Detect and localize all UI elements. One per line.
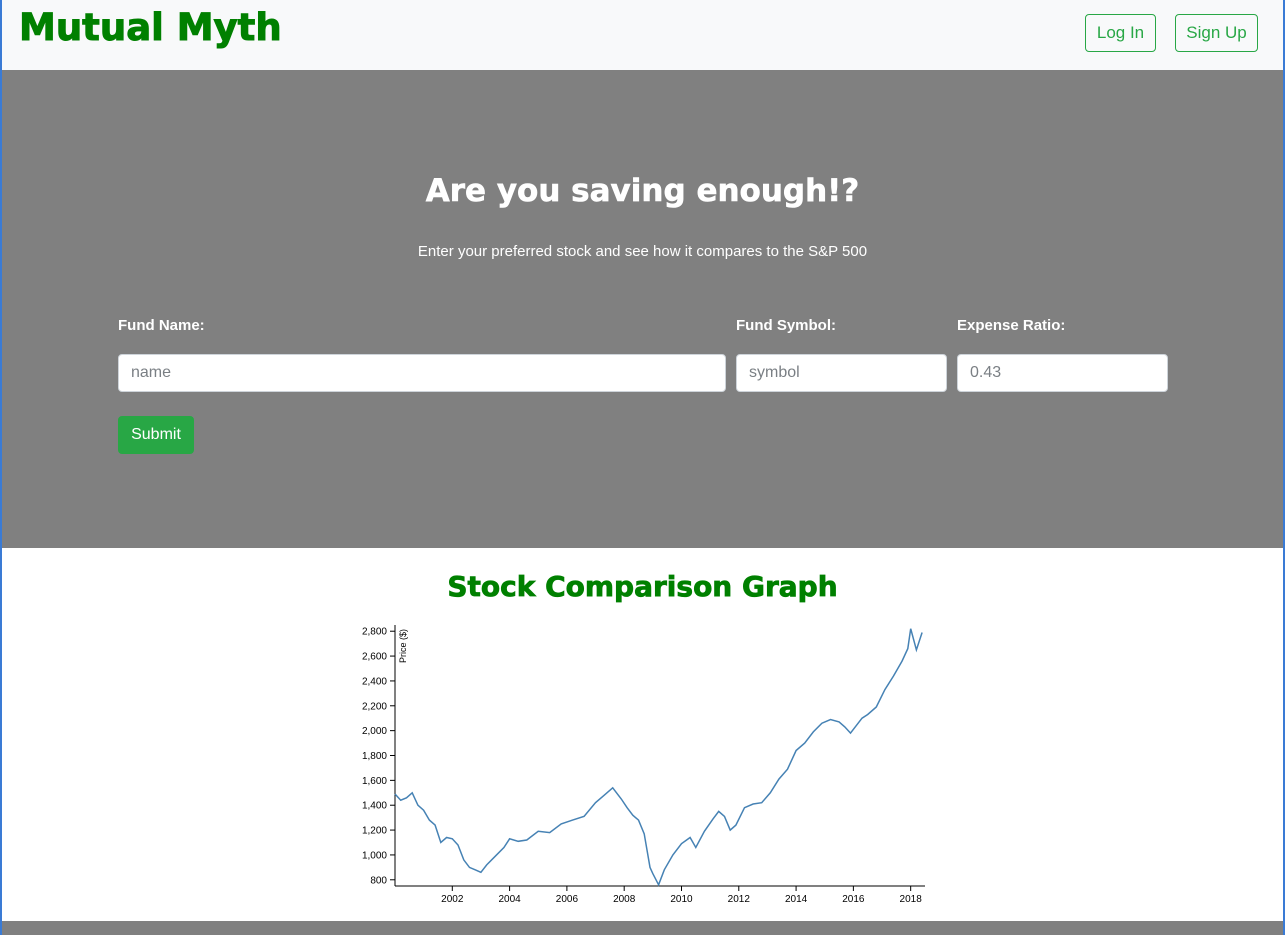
footer-bar	[2, 921, 1283, 935]
expense-ratio-label: Expense Ratio:	[957, 317, 1066, 334]
fund-name-input[interactable]	[118, 354, 726, 392]
x-tick-label: 2008	[613, 894, 636, 905]
stock-comparison-chart: 800 1,000 1,200 1,400 1,600 1,800 2,000 2,200 2,…	[362, 625, 925, 905]
y-tick-label: 2,400	[362, 676, 387, 687]
y-axis-label: Price ($)	[398, 629, 408, 663]
fund-symbol-label: Fund Symbol:	[736, 317, 836, 334]
y-tick-label: 2,000	[362, 726, 387, 737]
x-tick-label: 2014	[785, 894, 808, 905]
x-tick-label: 2002	[441, 894, 464, 905]
hero-section: Are you saving enough!? Enter your prefe…	[2, 70, 1283, 548]
y-tick-label: 1,400	[362, 801, 387, 812]
y-tick-label: 1,600	[362, 776, 387, 787]
signup-button[interactable]: Sign Up	[1175, 14, 1258, 52]
y-tick-label: 2,800	[362, 627, 387, 638]
y-tick-label: 800	[370, 875, 387, 886]
y-tick-label: 2,600	[362, 652, 387, 663]
submit-button[interactable]: Submit	[118, 416, 194, 454]
brand-logo[interactable]: Mutual Myth	[19, 6, 283, 50]
hero-title: Are you saving enough!?	[425, 173, 860, 210]
expense-ratio-input[interactable]	[957, 354, 1168, 392]
graph-title: Stock Comparison Graph	[447, 570, 838, 604]
x-tick-label: 2010	[670, 894, 693, 905]
fund-name-label: Fund Name:	[118, 317, 205, 334]
login-button[interactable]: Log In	[1085, 14, 1156, 52]
x-tick-label: 2018	[900, 894, 923, 905]
x-tick-label: 2004	[498, 894, 521, 905]
x-tick-label: 2006	[556, 894, 579, 905]
y-tick-label: 1,800	[362, 751, 387, 762]
series-line	[394, 628, 923, 887]
y-tick-label: 1,200	[362, 826, 387, 837]
x-tick-label: 2016	[842, 894, 865, 905]
navbar: Mutual Myth Log In Sign Up	[2, 0, 1283, 70]
hero-subtitle: Enter your preferred stock and see how i…	[417, 243, 868, 260]
y-tick-label: 2,200	[362, 701, 387, 712]
x-tick-label: 2012	[728, 894, 751, 905]
y-tick-label: 1,000	[362, 850, 387, 861]
fund-symbol-input[interactable]	[736, 354, 947, 392]
